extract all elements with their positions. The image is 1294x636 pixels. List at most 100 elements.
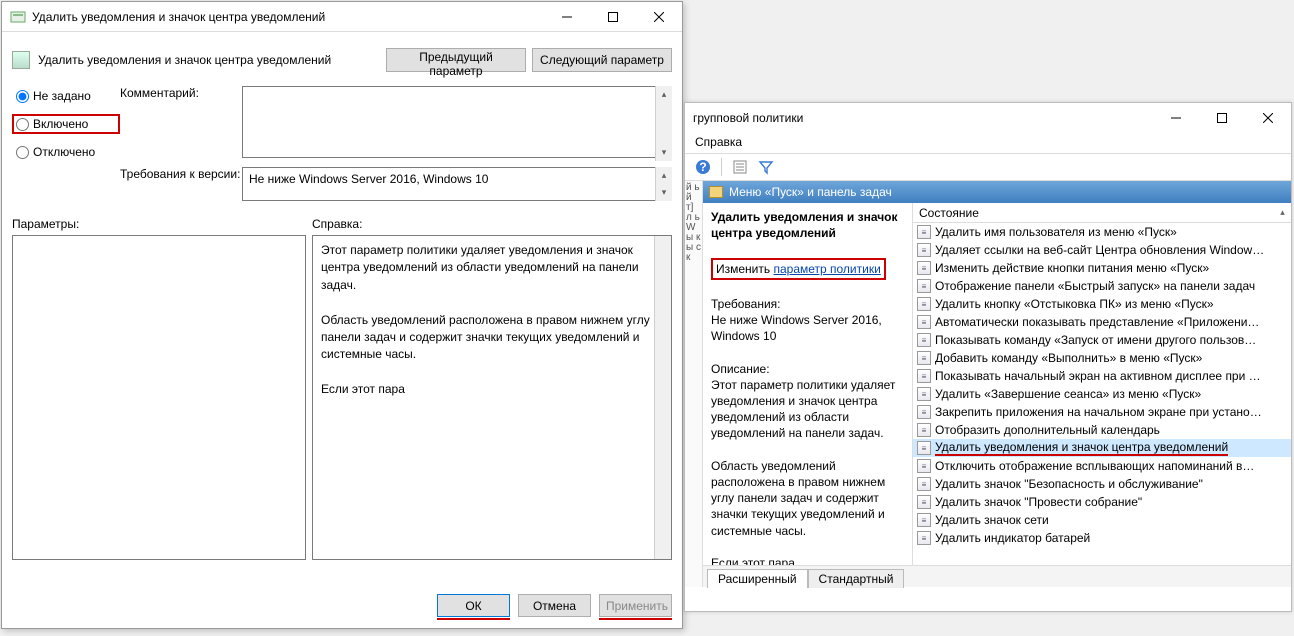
list-item[interactable]: ≡Удаляет ссылки на веб-сайт Центра обнов… bbox=[913, 241, 1291, 259]
help-box: Этот параметр политики удаляет уведомлен… bbox=[312, 235, 672, 560]
policy-big-icon bbox=[12, 51, 30, 69]
policy-item-icon: ≡ bbox=[917, 261, 931, 275]
policy-item-label: Удалить значок "Провести собрание" bbox=[935, 495, 1142, 509]
radio-enabled-input[interactable] bbox=[16, 118, 29, 131]
change-policy-link[interactable]: параметр политики bbox=[773, 262, 880, 276]
toolbar-help-icon[interactable]: ? bbox=[691, 156, 715, 178]
minimize-button[interactable] bbox=[544, 2, 590, 32]
policy-item-label: Изменить действие кнопки питания меню «П… bbox=[935, 261, 1209, 275]
ok-button[interactable]: ОК bbox=[437, 594, 510, 617]
list-item[interactable]: ≡Удалить имя пользователя из меню «Пуск» bbox=[913, 223, 1291, 241]
policy-item-label: Удалить значок "Безопасность и обслужива… bbox=[935, 477, 1203, 491]
list-item[interactable]: ≡Отключить отображение всплывающих напом… bbox=[913, 457, 1291, 475]
menu-help[interactable]: Справка bbox=[695, 135, 742, 149]
policy-item-label: Добавить команду «Выполнить» в меню «Пус… bbox=[935, 351, 1202, 365]
tree-edge-fragment: й ь й т] л ь W ы к ы ск bbox=[685, 181, 703, 587]
list-item[interactable]: ≡Удалить «Завершение сеанса» из меню «Пу… bbox=[913, 385, 1291, 403]
comment-scrollbar[interactable]: ▴▾ bbox=[655, 86, 672, 161]
policy-item-icon: ≡ bbox=[917, 315, 931, 329]
scroll-up-icon[interactable]: ▴ bbox=[656, 86, 672, 103]
policy-item-label: Отображение панели «Быстрый запуск» на п… bbox=[935, 279, 1255, 293]
list-item[interactable]: ≡ Удалить кнопку «Отстыковка ПК» из меню … bbox=[913, 295, 1291, 313]
maximize-button[interactable] bbox=[590, 2, 636, 32]
next-setting-button[interactable]: Следующий параметр bbox=[532, 48, 672, 72]
desc-label: Описание: bbox=[711, 362, 770, 376]
policy-item-icon: ≡ bbox=[917, 477, 931, 491]
list-item[interactable]: ≡ Удалить уведомления и значок центра уве… bbox=[913, 439, 1291, 457]
radio-enabled-label: Включено bbox=[33, 117, 88, 131]
policy-item-icon: ≡ bbox=[917, 279, 931, 293]
policy-item-label: Удалить кнопку «Отстыковка ПК» из меню «… bbox=[935, 297, 1214, 311]
policy-icon bbox=[10, 9, 26, 25]
list-item[interactable]: ≡Удалить значок "Провести собрание" bbox=[913, 493, 1291, 511]
scroll-down-icon[interactable]: ▾ bbox=[656, 184, 672, 201]
close-button[interactable] bbox=[636, 2, 682, 32]
policy-item-icon: ≡ bbox=[917, 513, 931, 527]
list-item[interactable]: ≡Показывать начальный экран на активном … bbox=[913, 367, 1291, 385]
gp-maximize-button[interactable] bbox=[1199, 103, 1245, 133]
list-item[interactable]: ≡ Отображение панели «Быстрый запуск» на … bbox=[913, 277, 1291, 295]
policy-item-label: Автоматически показывать представление «… bbox=[935, 315, 1259, 329]
tab-extended[interactable]: Расширенный bbox=[707, 569, 808, 588]
version-scrollbar[interactable]: ▴▾ bbox=[655, 167, 672, 201]
policy-item-icon: ≡ bbox=[917, 351, 931, 365]
gpedit-title: групповой политики bbox=[693, 111, 1153, 125]
gpedit-window: групповой политики Справка ? й ь й т] л … bbox=[684, 102, 1292, 612]
policy-item-icon: ≡ bbox=[917, 441, 931, 455]
column-state[interactable]: Состояние bbox=[919, 206, 979, 220]
params-label: Параметры: bbox=[12, 217, 312, 231]
list-item[interactable]: ≡ Добавить команду «Выполнить» в меню «Пу… bbox=[913, 349, 1291, 367]
desc-title: Удалить уведомления и значок центра увед… bbox=[711, 210, 898, 240]
gpedit-titlebar[interactable]: групповой политики bbox=[685, 103, 1291, 133]
policy-item-icon: ≡ bbox=[917, 297, 931, 311]
list-item[interactable]: ≡ Автоматически показывать представление … bbox=[913, 313, 1291, 331]
help-text: Этот параметр политики удаляет уведомлен… bbox=[321, 243, 653, 396]
policy-item-label: Удалить уведомления и значок центра увед… bbox=[935, 440, 1228, 456]
scroll-up-icon[interactable]: ▴ bbox=[1274, 207, 1291, 218]
radio-enabled[interactable]: Включено bbox=[12, 114, 120, 134]
list-item[interactable]: ≡ Удалить значок "Безопасность и обслужив… bbox=[913, 475, 1291, 493]
policy-item-label: Удалить значок сети bbox=[935, 513, 1049, 527]
list-item[interactable]: ≡ Изменить действие кнопки питания меню «… bbox=[913, 259, 1291, 277]
policy-dialog: Удалить уведомления и значок центра увед… bbox=[1, 1, 683, 629]
radio-disabled-input[interactable] bbox=[16, 146, 29, 159]
policy-item-icon: ≡ bbox=[917, 459, 931, 473]
policy-item-label: Удалить «Завершение сеанса» из меню «Пус… bbox=[935, 387, 1201, 401]
gp-minimize-button[interactable] bbox=[1153, 103, 1199, 133]
list-item[interactable]: ≡Удалить индикатор батарей bbox=[913, 529, 1291, 547]
scroll-up-icon[interactable]: ▴ bbox=[656, 167, 672, 184]
breadcrumb-label: Меню «Пуск» и панель задач bbox=[729, 185, 892, 199]
tab-standard[interactable]: Стандартный bbox=[808, 569, 905, 588]
radio-not-configured[interactable]: Не задано bbox=[12, 86, 120, 106]
policy-item-label: Показывать команду «Запуск от имени друг… bbox=[935, 333, 1256, 347]
policy-list[interactable]: Состояние ▴ ≡Удалить имя пользователя из… bbox=[913, 203, 1291, 565]
apply-button[interactable]: Применить bbox=[599, 594, 672, 617]
policy-item-icon: ≡ bbox=[917, 333, 931, 347]
list-item[interactable]: ≡Отобразить дополнительный календарь bbox=[913, 421, 1291, 439]
params-box bbox=[12, 235, 306, 560]
list-item[interactable]: ≡ Удалить значок сети bbox=[913, 511, 1291, 529]
change-link-wrapper: Изменить параметр политики bbox=[711, 258, 886, 280]
gpedit-menubar[interactable]: Справка bbox=[685, 133, 1291, 153]
list-item[interactable]: ≡ Показывать команду «Запуск от имени дру… bbox=[913, 331, 1291, 349]
prev-setting-button[interactable]: Предыдущий параметр bbox=[386, 48, 526, 72]
comment-textarea[interactable] bbox=[242, 86, 672, 158]
dialog-title: Удалить уведомления и значок центра увед… bbox=[32, 10, 544, 24]
policy-item-label: Отобразить дополнительный календарь bbox=[935, 423, 1160, 437]
list-item[interactable]: ≡Закрепить приложения на начальном экран… bbox=[913, 403, 1291, 421]
toolbar-filter-icon[interactable] bbox=[754, 156, 778, 178]
scroll-down-icon[interactable]: ▾ bbox=[656, 144, 672, 161]
dialog-titlebar[interactable]: Удалить уведомления и значок центра увед… bbox=[2, 2, 682, 32]
radio-disabled[interactable]: Отключено bbox=[12, 142, 120, 162]
help-scrollbar[interactable] bbox=[654, 236, 671, 559]
list-header[interactable]: Состояние ▴ bbox=[913, 203, 1291, 223]
policy-item-label: Удалить имя пользователя из меню «Пуск» bbox=[935, 225, 1177, 239]
toolbar-properties-icon[interactable] bbox=[728, 156, 752, 178]
breadcrumb[interactable]: Меню «Пуск» и панель задач bbox=[703, 181, 1291, 203]
radio-not-configured-input[interactable] bbox=[16, 90, 29, 103]
gp-close-button[interactable] bbox=[1245, 103, 1291, 133]
cancel-button[interactable]: Отмена bbox=[518, 594, 591, 617]
req-label: Требования: bbox=[711, 297, 781, 311]
dialog-heading: Удалить уведомления и значок центра увед… bbox=[38, 53, 380, 67]
gpedit-toolbar: ? bbox=[685, 153, 1291, 181]
